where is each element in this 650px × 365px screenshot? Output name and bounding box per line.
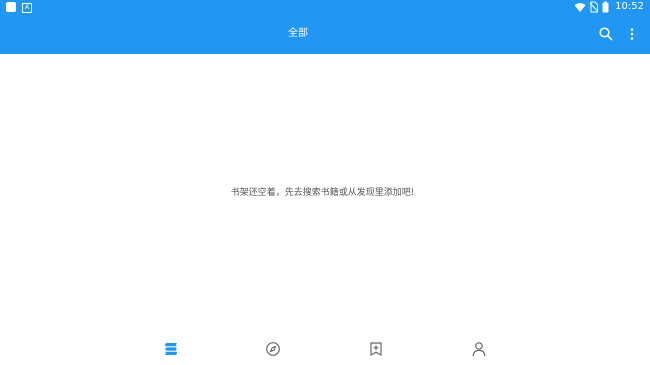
nav-item-bookshelf[interactable] (162, 340, 180, 358)
toolbar-title[interactable]: 全部 (270, 26, 326, 42)
no-sim-icon (589, 1, 599, 13)
status-time: 10:52 (615, 1, 644, 12)
more-options-button[interactable] (622, 24, 642, 44)
bottom-navigation (0, 333, 650, 365)
compass-icon (266, 342, 280, 356)
nav-item-discover[interactable] (264, 340, 282, 358)
bookshelf-icon (165, 343, 177, 355)
nav-item-profile[interactable] (470, 340, 488, 358)
status-bar-right: 10:52 (574, 1, 644, 13)
bookmark-add-icon (370, 342, 382, 356)
app-icon (6, 2, 16, 12)
battery-icon (602, 1, 609, 13)
search-icon (599, 27, 613, 41)
status-bar: A 10:52 (0, 0, 650, 14)
app-screen: A 10:52 全部 书架还空着，先去搜索书籍或从发现里添加吧! (0, 0, 650, 365)
person-icon (472, 342, 486, 357)
search-button[interactable] (596, 24, 616, 44)
more-vert-icon (630, 28, 634, 40)
wifi-icon (574, 3, 586, 12)
a-notification-icon: A (22, 3, 32, 13)
empty-bookshelf-message: 书架还空着，先去搜索书籍或从发现里添加吧! (230, 188, 415, 198)
top-app-bar: 全部 (0, 14, 650, 54)
nav-item-bookmarks[interactable] (367, 340, 385, 358)
